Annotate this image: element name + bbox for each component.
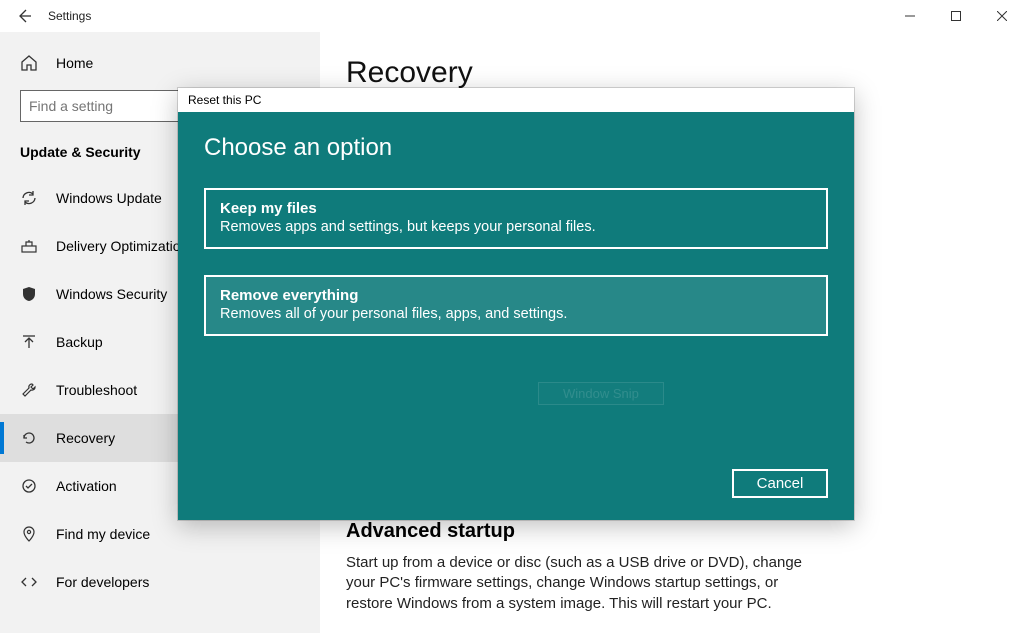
advanced-startup-heading: Advanced startup <box>346 520 1025 543</box>
sidebar-item-for-developers[interactable]: For developers <box>0 558 319 606</box>
advanced-startup-body: Start up from a device or disc (such as … <box>346 553 806 614</box>
option-title: Keep my files <box>220 200 812 217</box>
dialog-heading: Choose an option <box>204 134 828 162</box>
option-keep-my-files[interactable]: Keep my files Removes apps and settings,… <box>204 188 828 249</box>
page-title: Recovery <box>346 56 1025 90</box>
window-controls <box>887 0 1025 32</box>
shield-icon <box>20 285 38 303</box>
option-description: Removes all of your personal files, apps… <box>220 306 812 322</box>
maximize-icon <box>951 11 961 21</box>
back-button[interactable] <box>0 0 48 32</box>
sidebar-item-label: Windows Update <box>56 190 162 206</box>
close-icon <box>997 11 1007 21</box>
window-title: Settings <box>48 9 91 23</box>
sidebar-item-label: Recovery <box>56 430 115 446</box>
close-button[interactable] <box>979 0 1025 32</box>
sidebar-item-label: Delivery Optimization <box>56 238 188 254</box>
option-remove-everything[interactable]: Remove everything Removes all of your pe… <box>204 275 828 336</box>
sync-icon <box>20 189 38 207</box>
cancel-button[interactable]: Cancel <box>732 469 828 498</box>
activation-icon <box>20 477 38 495</box>
minimize-button[interactable] <box>887 0 933 32</box>
ghost-window-snip: Window Snip <box>538 382 664 405</box>
option-description: Removes apps and settings, but keeps you… <box>220 219 812 235</box>
back-arrow-icon <box>16 8 32 24</box>
minimize-icon <box>905 11 915 21</box>
dialog-body: Choose an option Keep my files Removes a… <box>178 112 854 520</box>
reset-pc-dialog: Reset this PC Choose an option Keep my f… <box>178 88 854 520</box>
wrench-icon <box>20 381 38 399</box>
sidebar-item-label: Activation <box>56 478 117 494</box>
sidebar-item-label: Find my device <box>56 526 150 542</box>
sidebar-item-label: For developers <box>56 574 149 590</box>
maximize-button[interactable] <box>933 0 979 32</box>
sidebar-item-label: Backup <box>56 334 103 350</box>
developers-icon <box>20 573 38 591</box>
sidebar-item-label: Troubleshoot <box>56 382 137 398</box>
sidebar-home[interactable]: Home <box>0 44 319 82</box>
home-icon <box>20 54 38 72</box>
option-title: Remove everything <box>220 287 812 304</box>
location-icon <box>20 525 38 543</box>
backup-icon <box>20 333 38 351</box>
sidebar-home-label: Home <box>56 55 93 71</box>
delivery-icon <box>20 237 38 255</box>
dialog-title: Reset this PC <box>178 88 854 112</box>
titlebar: Settings <box>0 0 1025 32</box>
sidebar-item-label: Windows Security <box>56 286 167 302</box>
recovery-icon <box>20 429 38 447</box>
